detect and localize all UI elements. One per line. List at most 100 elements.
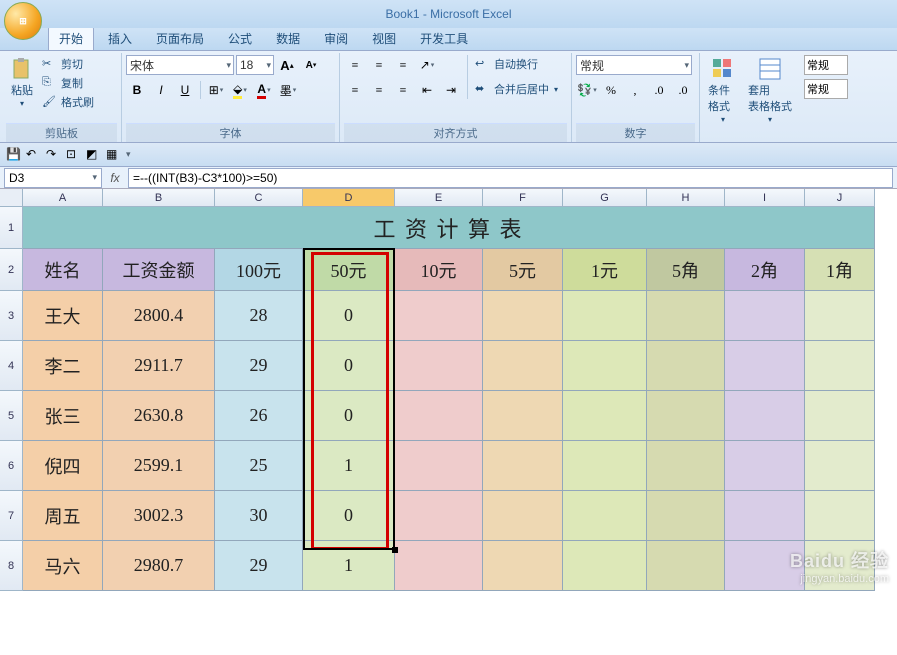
- cell-D6[interactable]: 1: [303, 441, 395, 491]
- col-header-C[interactable]: C: [215, 189, 303, 207]
- cell-B4[interactable]: 2911.7: [103, 341, 215, 391]
- undo-icon[interactable]: ↶: [26, 147, 42, 163]
- style-normal-1[interactable]: 常规: [804, 55, 848, 75]
- cell-J3[interactable]: [805, 291, 875, 341]
- cell-C3[interactable]: 28: [215, 291, 303, 341]
- fx-button[interactable]: fx: [105, 171, 125, 185]
- font-name-combo[interactable]: 宋体: [126, 55, 234, 75]
- cell-F4[interactable]: [483, 341, 563, 391]
- orientation-button[interactable]: ↗: [416, 55, 438, 75]
- header-cell-C[interactable]: 100元: [215, 249, 303, 291]
- paste-button[interactable]: 粘贴 ▾: [6, 55, 38, 110]
- align-left-button[interactable]: ≡: [344, 80, 366, 100]
- cell-F5[interactable]: [483, 391, 563, 441]
- cell-G7[interactable]: [563, 491, 647, 541]
- row-header-2[interactable]: 2: [0, 249, 23, 291]
- header-cell-B[interactable]: 工资金额: [103, 249, 215, 291]
- cell-C5[interactable]: 26: [215, 391, 303, 441]
- row-header-3[interactable]: 3: [0, 291, 23, 341]
- cell-G6[interactable]: [563, 441, 647, 491]
- cell-A7[interactable]: 周五: [23, 491, 103, 541]
- cell-D8[interactable]: 1: [303, 541, 395, 591]
- cell-G4[interactable]: [563, 341, 647, 391]
- increase-font-button[interactable]: A▴: [276, 55, 298, 75]
- merge-center-button[interactable]: ⬌合并后居中▾: [473, 80, 560, 98]
- row-header-1[interactable]: 1: [0, 207, 23, 249]
- cut-button[interactable]: ✂剪切: [40, 55, 96, 73]
- tab-1[interactable]: 插入: [98, 27, 142, 50]
- row-header-4[interactable]: 4: [0, 341, 23, 391]
- cell-F7[interactable]: [483, 491, 563, 541]
- qat-icon-4[interactable]: ⊡: [66, 147, 82, 163]
- fill-handle[interactable]: [392, 547, 398, 553]
- cell-G8[interactable]: [563, 541, 647, 591]
- cell-J6[interactable]: [805, 441, 875, 491]
- office-button[interactable]: ⊞: [4, 2, 42, 40]
- header-cell-E[interactable]: 10元: [395, 249, 483, 291]
- cell-H7[interactable]: [647, 491, 725, 541]
- wrap-text-button[interactable]: ↩自动换行: [473, 55, 560, 73]
- row-header-6[interactable]: 6: [0, 441, 23, 491]
- row-header-7[interactable]: 7: [0, 491, 23, 541]
- tab-7[interactable]: 开发工具: [410, 27, 478, 50]
- cell-G3[interactable]: [563, 291, 647, 341]
- col-header-F[interactable]: F: [483, 189, 563, 207]
- align-center-button[interactable]: ≡: [368, 80, 390, 100]
- cell-E7[interactable]: [395, 491, 483, 541]
- cell-H8[interactable]: [647, 541, 725, 591]
- align-bottom-button[interactable]: ≡: [392, 55, 414, 75]
- indent-inc-button[interactable]: ⇥: [440, 80, 462, 100]
- cell-H4[interactable]: [647, 341, 725, 391]
- format-as-table-button[interactable]: 套用 表格格式▾: [744, 55, 796, 126]
- font-color-button[interactable]: A: [253, 80, 275, 100]
- header-cell-G[interactable]: 1元: [563, 249, 647, 291]
- cell-H3[interactable]: [647, 291, 725, 341]
- cell-I4[interactable]: [725, 341, 805, 391]
- cell-F8[interactable]: [483, 541, 563, 591]
- header-cell-I[interactable]: 2角: [725, 249, 805, 291]
- tab-6[interactable]: 视图: [362, 27, 406, 50]
- fill-color-button[interactable]: ⬙: [229, 80, 251, 100]
- col-header-B[interactable]: B: [103, 189, 215, 207]
- tab-2[interactable]: 页面布局: [146, 27, 214, 50]
- percent-button[interactable]: %: [600, 80, 622, 100]
- cell-A8[interactable]: 马六: [23, 541, 103, 591]
- cell-A4[interactable]: 李二: [23, 341, 103, 391]
- col-header-D[interactable]: D: [303, 189, 395, 207]
- cell-E3[interactable]: [395, 291, 483, 341]
- tab-3[interactable]: 公式: [218, 27, 262, 50]
- increase-decimal-button[interactable]: .0: [648, 80, 670, 100]
- cell-E6[interactable]: [395, 441, 483, 491]
- col-header-I[interactable]: I: [725, 189, 805, 207]
- cell-G5[interactable]: [563, 391, 647, 441]
- cell-B6[interactable]: 2599.1: [103, 441, 215, 491]
- header-cell-J[interactable]: 1角: [805, 249, 875, 291]
- number-format-combo[interactable]: 常规: [576, 55, 692, 75]
- accounting-button[interactable]: 💱: [576, 80, 598, 100]
- align-top-button[interactable]: ≡: [344, 55, 366, 75]
- italic-button[interactable]: I: [150, 80, 172, 100]
- formula-bar[interactable]: =--((INT(B3)-C3*100)>=50): [128, 168, 893, 188]
- header-cell-H[interactable]: 5角: [647, 249, 725, 291]
- cell-D5[interactable]: 0: [303, 391, 395, 441]
- cell-A6[interactable]: 倪四: [23, 441, 103, 491]
- cell-J5[interactable]: [805, 391, 875, 441]
- format-painter-button[interactable]: 🖌格式刷: [40, 93, 96, 111]
- cell-I6[interactable]: [725, 441, 805, 491]
- tab-5[interactable]: 审阅: [314, 27, 358, 50]
- redo-icon[interactable]: ↷: [46, 147, 62, 163]
- cell-B5[interactable]: 2630.8: [103, 391, 215, 441]
- row-header-8[interactable]: 8: [0, 541, 23, 591]
- cell-B3[interactable]: 2800.4: [103, 291, 215, 341]
- col-header-E[interactable]: E: [395, 189, 483, 207]
- align-right-button[interactable]: ≡: [392, 80, 414, 100]
- border-button[interactable]: ⊞: [205, 80, 227, 100]
- underline-button[interactable]: U: [174, 80, 196, 100]
- cell-E8[interactable]: [395, 541, 483, 591]
- cell-I8[interactable]: [725, 541, 805, 591]
- font-size-combo[interactable]: 18: [236, 55, 274, 75]
- cell-B8[interactable]: 2980.7: [103, 541, 215, 591]
- header-cell-D[interactable]: 50元: [303, 249, 395, 291]
- col-header-A[interactable]: A: [23, 189, 103, 207]
- cell-H6[interactable]: [647, 441, 725, 491]
